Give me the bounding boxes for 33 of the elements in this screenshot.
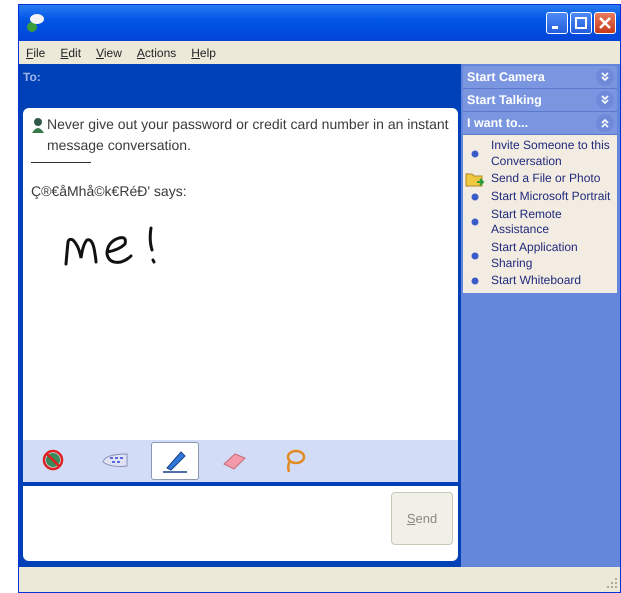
expand-chevron-icon[interactable] (596, 68, 614, 86)
folder-icon (465, 171, 485, 188)
minimize-button[interactable] (546, 12, 568, 34)
menu-item[interactable]: File (19, 44, 54, 62)
messenger-icon (25, 13, 45, 33)
pen-tool-button[interactable] (151, 442, 199, 480)
maximize-icon (575, 17, 587, 29)
bullet-icon (471, 150, 479, 158)
bullet-icon (471, 192, 479, 201)
bullet-icon (471, 218, 479, 226)
close-icon (599, 17, 611, 29)
menu-item[interactable]: Actions (130, 44, 184, 62)
task-link[interactable]: Invite Someone to this Conversation (491, 138, 611, 170)
task-link[interactable]: Start Whiteboard (491, 273, 611, 289)
to-label: To: (23, 70, 41, 84)
maximize-button[interactable] (570, 12, 592, 34)
task-link[interactable]: Start Application Sharing (491, 240, 611, 272)
menu-item[interactable]: Edit (53, 44, 90, 62)
task-link[interactable]: Send a File or Photo (491, 171, 611, 187)
resize-grip-icon (606, 578, 618, 590)
bullet-icon (471, 252, 479, 260)
collapse-chevron-icon[interactable] (596, 114, 614, 132)
person-icon (31, 117, 45, 133)
warning-text: Never give out your password or credit card number in an instant message conversation. (47, 115, 450, 155)
sender-line: Ç®€åMhå©k€RéÐ' says: (31, 182, 188, 201)
menu-item[interactable]: Help (184, 44, 224, 62)
menu-item[interactable]: View (89, 44, 130, 62)
expand-chevron-icon[interactable] (596, 91, 614, 109)
task-link[interactable]: Start Microsoft Portrait (491, 189, 611, 205)
task-link[interactable]: Start Remote Assistance (491, 206, 611, 238)
close-button[interactable] (594, 12, 616, 34)
minimize-icon (552, 26, 558, 29)
bullet-icon (471, 276, 479, 285)
